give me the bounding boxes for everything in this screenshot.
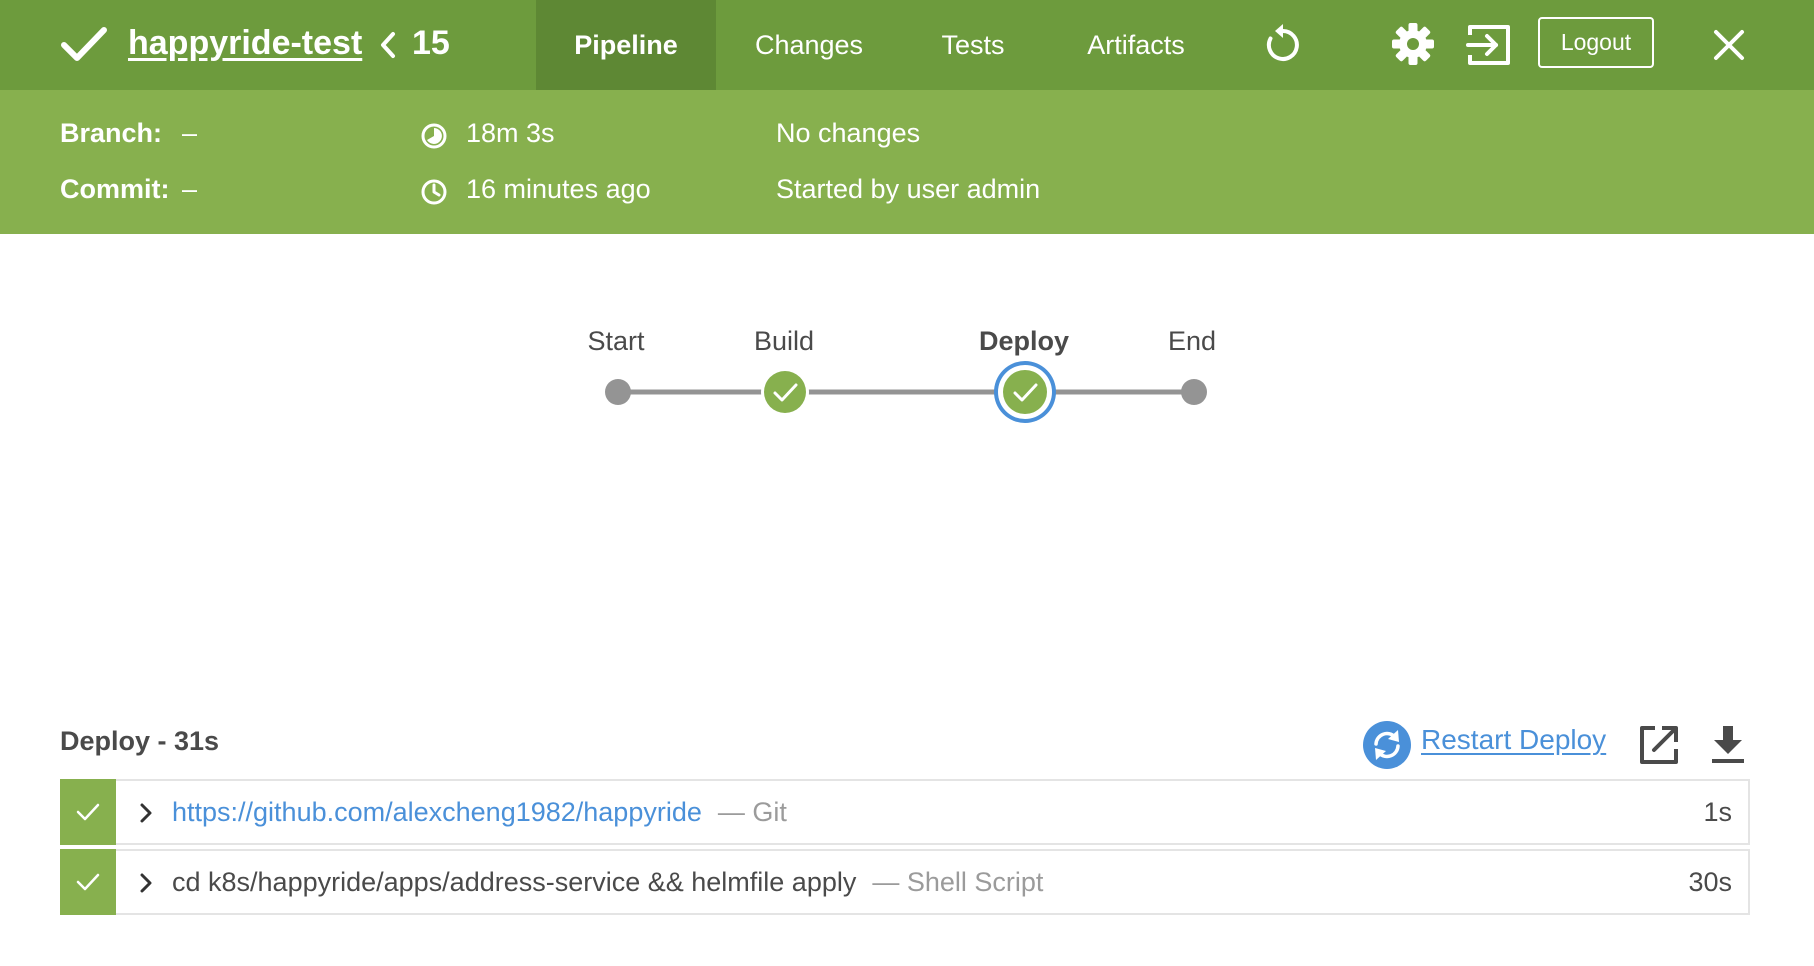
run-number: 15 (412, 24, 450, 62)
shell-command: cd k8s/happyride/apps/address-service &&… (172, 867, 857, 897)
clock-icon (421, 179, 447, 205)
sign-in-icon[interactable] (1466, 21, 1514, 69)
stage-node-build[interactable] (761, 368, 809, 416)
repo-url-link[interactable]: https://github.com/alexcheng1982/happyri… (172, 797, 702, 827)
run-info-bar: Branch: – Commit: – 18m 3s 16 minutes ag… (0, 90, 1814, 234)
restart-stage-link[interactable]: Restart Deploy (1421, 724, 1606, 756)
commit-value: – (182, 174, 198, 204)
run-started-time: 16 minutes ago (466, 174, 651, 204)
branch-value: – (182, 118, 198, 148)
pipeline-graph-canvas (605, 361, 1207, 423)
pipeline-graph: Start Build Deploy End (0, 300, 1814, 460)
step-type: — Shell Script (872, 867, 1044, 897)
tab-pipeline[interactable]: Pipeline (536, 0, 716, 90)
open-external-icon[interactable] (1638, 724, 1680, 766)
tab-artifacts[interactable]: Artifacts (1068, 0, 1204, 90)
run-duration: 18m 3s (466, 118, 555, 148)
job-name-link[interactable]: happyride-test (128, 24, 362, 63)
changes-summary: No changes (776, 118, 921, 148)
duration-icon (421, 123, 447, 149)
gear-icon[interactable] (1390, 21, 1436, 67)
success-check-icon (61, 27, 107, 61)
top-header-bar: happyride-test 15 Pipeline Changes Tests… (0, 0, 1814, 90)
step-type: — Git (717, 797, 787, 827)
chevron-left-icon (381, 32, 395, 58)
success-check-icon (76, 803, 100, 821)
logout-button[interactable]: Logout (1538, 17, 1654, 68)
replay-icon[interactable] (1260, 22, 1306, 68)
step-duration: 30s (1688, 867, 1732, 897)
chevron-right-icon[interactable] (136, 871, 156, 895)
commit-label: Commit: (60, 174, 170, 204)
step-status-success (60, 779, 116, 845)
step-row-git[interactable]: https://github.com/alexcheng1982/happyri… (60, 779, 1750, 845)
close-icon[interactable] (1706, 22, 1752, 68)
step-row-shell-script[interactable]: cd k8s/happyride/apps/address-service &&… (60, 849, 1750, 915)
step-label: https://github.com/alexcheng1982/happyri… (172, 797, 787, 828)
stage-node-end (1181, 379, 1207, 405)
download-icon[interactable] (1706, 722, 1750, 766)
stage-node-start (605, 379, 631, 405)
branch-label: Branch: (60, 118, 163, 148)
chevron-right-icon[interactable] (136, 801, 156, 825)
step-duration: 1s (1703, 797, 1732, 827)
step-label: cd k8s/happyride/apps/address-service &&… (172, 867, 1043, 898)
tab-changes[interactable]: Changes (736, 0, 882, 90)
step-status-success (60, 849, 116, 915)
success-check-icon (76, 873, 100, 891)
tab-tests[interactable]: Tests (922, 0, 1024, 90)
stage-detail-title: Deploy - 31s (60, 726, 220, 756)
restart-stage-icon[interactable] (1362, 720, 1412, 770)
stage-node-deploy[interactable] (994, 361, 1056, 423)
run-cause: Started by user admin (776, 174, 1041, 204)
